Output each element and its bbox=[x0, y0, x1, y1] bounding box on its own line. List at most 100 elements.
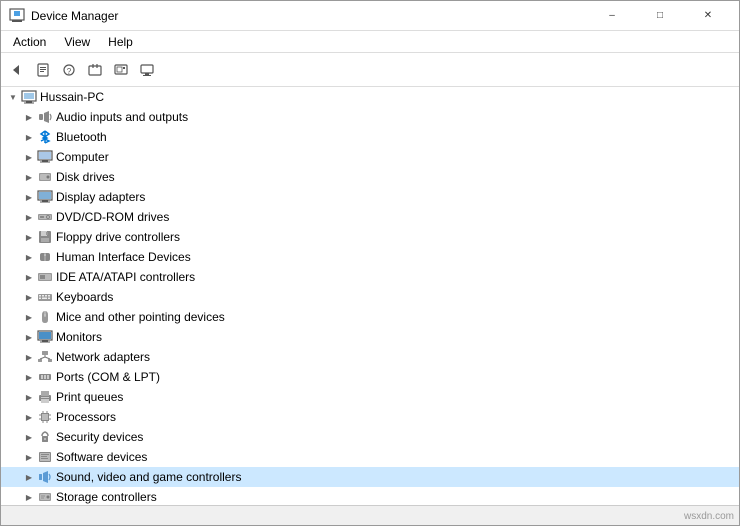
tree-root[interactable]: ▼ Hussain-PC bbox=[1, 87, 739, 107]
processor-toggle[interactable]: ▶ bbox=[21, 409, 37, 425]
dvd-toggle[interactable]: ▶ bbox=[21, 209, 37, 225]
app-icon bbox=[9, 8, 25, 24]
floppy-icon bbox=[37, 229, 53, 245]
sound-toggle[interactable]: ▶ bbox=[21, 469, 37, 485]
close-button[interactable]: ✕ bbox=[685, 1, 731, 31]
security-label: Security devices bbox=[56, 430, 143, 444]
tree-item-computer[interactable]: ▶ Computer bbox=[1, 147, 739, 167]
sound-label: Sound, video and game controllers bbox=[56, 470, 241, 484]
tree-item-dvd[interactable]: ▶ DVD/CD-ROM drives bbox=[1, 207, 739, 227]
mouse-toggle[interactable]: ▶ bbox=[21, 309, 37, 325]
tree-item-display[interactable]: ▶ Display adapters bbox=[1, 187, 739, 207]
root-label: Hussain-PC bbox=[40, 90, 104, 104]
tree-item-audio[interactable]: ▶ Audio inputs and outputs bbox=[1, 107, 739, 127]
tree-item-floppy[interactable]: ▶ Floppy drive controllers bbox=[1, 227, 739, 247]
update-driver-button[interactable]: ? bbox=[57, 58, 81, 82]
bluetooth-label: Bluetooth bbox=[56, 130, 107, 144]
back-button[interactable] bbox=[5, 58, 29, 82]
mouse-icon bbox=[37, 309, 53, 325]
tree-item-keyboard[interactable]: ▶ Keyboards bbox=[1, 287, 739, 307]
hid-icon bbox=[37, 249, 53, 265]
disk-icon bbox=[37, 169, 53, 185]
software-label: Software devices bbox=[56, 450, 147, 464]
minimize-button[interactable]: – bbox=[589, 1, 635, 31]
menu-action[interactable]: Action bbox=[5, 33, 54, 51]
print-toggle[interactable]: ▶ bbox=[21, 389, 37, 405]
tree-item-software[interactable]: ▶ Software devices bbox=[1, 447, 739, 467]
keyboard-label: Keyboards bbox=[56, 290, 113, 304]
keyboard-icon bbox=[37, 289, 53, 305]
software-icon bbox=[37, 449, 53, 465]
maximize-button[interactable]: □ bbox=[637, 1, 683, 31]
tree-item-ports[interactable]: ▶ Ports (COM & LPT) bbox=[1, 367, 739, 387]
tree-item-disk[interactable]: ▶ Disk drives bbox=[1, 167, 739, 187]
tree-view[interactable]: ▼ Hussain-PC ▶ Audio inpu bbox=[1, 87, 739, 505]
title-bar-left: Device Manager bbox=[9, 8, 118, 24]
hid-toggle[interactable]: ▶ bbox=[21, 249, 37, 265]
security-icon bbox=[37, 429, 53, 445]
tree-item-print[interactable]: ▶ Print queues bbox=[1, 387, 739, 407]
svg-text:?: ? bbox=[67, 67, 72, 76]
monitor-label: Monitors bbox=[56, 330, 102, 344]
computer-toggle[interactable]: ▶ bbox=[21, 149, 37, 165]
display-label: Display adapters bbox=[56, 190, 145, 204]
keyboard-toggle[interactable]: ▶ bbox=[21, 289, 37, 305]
disk-label: Disk drives bbox=[56, 170, 115, 184]
tree-item-processor[interactable]: ▶ Processors bbox=[1, 407, 739, 427]
tree-item-security[interactable]: ▶ Security devices bbox=[1, 427, 739, 447]
mouse-label: Mice and other pointing devices bbox=[56, 310, 225, 324]
help-button[interactable] bbox=[83, 58, 107, 82]
properties-button[interactable] bbox=[31, 58, 55, 82]
device-manager-window: Device Manager – □ ✕ Action View Help bbox=[0, 0, 740, 526]
computer-label: Computer bbox=[56, 150, 109, 164]
storage-icon bbox=[37, 489, 53, 505]
sound-icon bbox=[37, 469, 53, 485]
hid-label: Human Interface Devices bbox=[56, 250, 191, 264]
security-toggle[interactable]: ▶ bbox=[21, 429, 37, 445]
monitor-icon bbox=[37, 329, 53, 345]
tree-item-storage[interactable]: ▶ Storage controllers bbox=[1, 487, 739, 505]
audio-label: Audio inputs and outputs bbox=[56, 110, 188, 124]
bluetooth-toggle[interactable]: ▶ bbox=[21, 129, 37, 145]
network-icon bbox=[37, 349, 53, 365]
audio-icon bbox=[37, 109, 53, 125]
tree-item-mouse[interactable]: ▶ Mice and other pointing devices bbox=[1, 307, 739, 327]
pc-icon bbox=[21, 89, 37, 105]
menu-view[interactable]: View bbox=[56, 33, 98, 51]
storage-toggle[interactable]: ▶ bbox=[21, 489, 37, 505]
floppy-toggle[interactable]: ▶ bbox=[21, 229, 37, 245]
menu-help[interactable]: Help bbox=[100, 33, 141, 51]
tree-item-sound[interactable]: ▶ Sound, video and game controllers bbox=[1, 467, 739, 487]
watermark: wsxdn.com bbox=[684, 511, 734, 522]
computer-icon bbox=[37, 149, 53, 165]
ide-label: IDE ATA/ATAPI controllers bbox=[56, 270, 195, 284]
software-toggle[interactable]: ▶ bbox=[21, 449, 37, 465]
ports-toggle[interactable]: ▶ bbox=[21, 369, 37, 385]
print-icon bbox=[37, 389, 53, 405]
processor-icon bbox=[37, 409, 53, 425]
floppy-label: Floppy drive controllers bbox=[56, 230, 180, 244]
disk-toggle[interactable]: ▶ bbox=[21, 169, 37, 185]
window-title: Device Manager bbox=[31, 9, 118, 23]
title-bar: Device Manager – □ ✕ bbox=[1, 1, 739, 31]
audio-toggle[interactable]: ▶ bbox=[21, 109, 37, 125]
network-toggle[interactable]: ▶ bbox=[21, 349, 37, 365]
root-toggle[interactable]: ▼ bbox=[5, 89, 21, 105]
tree-item-bluetooth[interactable]: ▶ Bluetooth bbox=[1, 127, 739, 147]
network-label: Network adapters bbox=[56, 350, 150, 364]
tree-item-network[interactable]: ▶ Network adapters bbox=[1, 347, 739, 367]
title-controls: – □ ✕ bbox=[589, 1, 731, 31]
print-label: Print queues bbox=[56, 390, 123, 404]
tree-item-ide[interactable]: ▶ IDE ATA/ATAPI controllers bbox=[1, 267, 739, 287]
toolbar: ? bbox=[1, 53, 739, 87]
tree-item-hid[interactable]: ▶ Human Interface Devices bbox=[1, 247, 739, 267]
monitor-button[interactable] bbox=[135, 58, 159, 82]
ports-label: Ports (COM & LPT) bbox=[56, 370, 160, 384]
status-bar bbox=[1, 505, 739, 525]
ide-toggle[interactable]: ▶ bbox=[21, 269, 37, 285]
scan-button[interactable] bbox=[109, 58, 133, 82]
monitor-toggle[interactable]: ▶ bbox=[21, 329, 37, 345]
display-toggle[interactable]: ▶ bbox=[21, 189, 37, 205]
menu-bar: Action View Help bbox=[1, 31, 739, 53]
tree-item-monitor[interactable]: ▶ Monitors bbox=[1, 327, 739, 347]
